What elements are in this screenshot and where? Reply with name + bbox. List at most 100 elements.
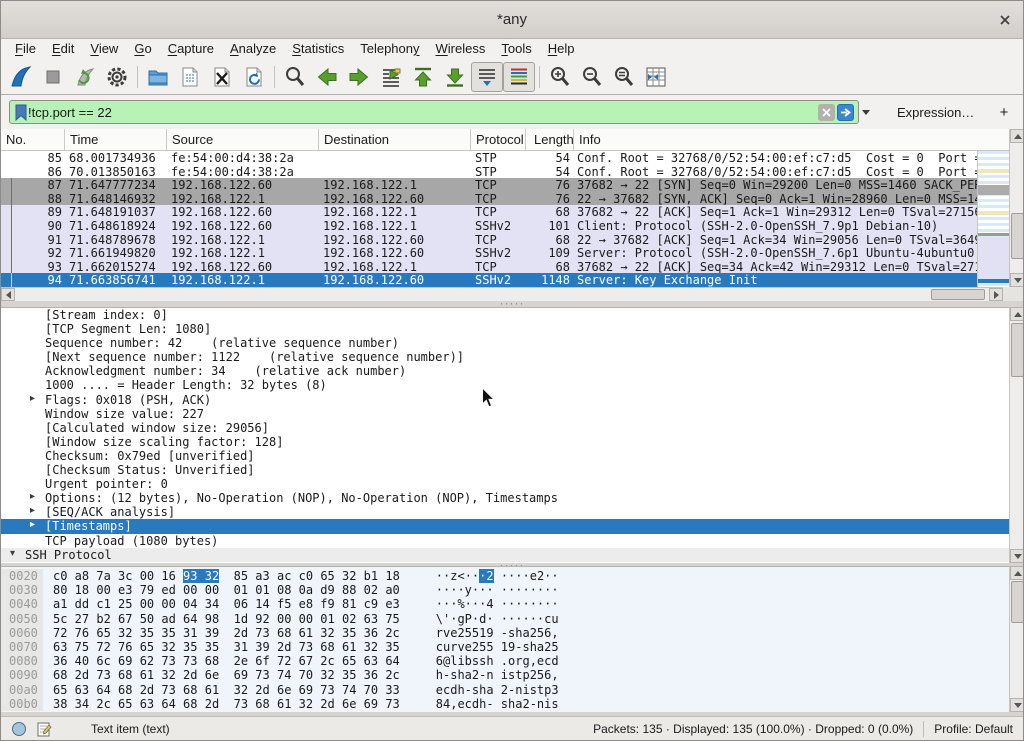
chevron-right-icon[interactable]: ▸ (30, 519, 35, 530)
close-button[interactable] (997, 12, 1013, 28)
go-back-button[interactable] (311, 62, 343, 92)
chevron-right-icon[interactable]: ▸ (30, 393, 35, 404)
scroll-thumb[interactable] (1011, 581, 1024, 623)
hex-ascii[interactable]: ···%···4 ········ (436, 597, 559, 611)
intelligent-scrollbar-minimap[interactable] (977, 151, 1009, 287)
hex-bytes[interactable]: 63 75 72 76 65 32 35 35 31 39 2d 73 68 6… (53, 640, 400, 654)
bytes-vscrollbar[interactable] (1009, 566, 1024, 712)
open-file-button[interactable] (142, 62, 174, 92)
detail-line[interactable]: [TCP Segment Len: 1080] (1, 322, 1009, 336)
scroll-up-button[interactable] (1010, 307, 1024, 321)
chevron-right-icon[interactable]: ▸ (30, 491, 35, 502)
detail-line[interactable]: [Next sequence number: 1122 (relative se… (1, 350, 1009, 364)
hex-bytes[interactable]: a1 dd c1 25 00 00 04 34 06 14 f5 e8 f9 8… (53, 597, 400, 611)
hex-bytes[interactable]: 36 40 6c 69 62 73 73 68 2e 6f 72 67 2c 6… (53, 654, 400, 668)
hex-ascii[interactable]: ····y··· ········ (436, 583, 559, 597)
scroll-down-button[interactable] (1010, 273, 1024, 287)
column-no[interactable]: No. (1, 129, 65, 150)
hex-bytes[interactable]: 68 2d 73 68 61 32 2d 6e 69 73 74 70 32 3… (53, 668, 400, 682)
capture-comment-button[interactable] (36, 721, 52, 737)
packet-row-88[interactable]: 8871.648146932192.168.122.1192.168.122.6… (1, 192, 977, 206)
hex-row-0030[interactable]: 003080 18 00 e3 79 ed 00 00 01 01 08 0a … (1, 583, 1009, 597)
detail-line[interactable]: ▸Options: (12 bytes), No-Operation (NOP)… (1, 491, 1009, 505)
packet-row-89[interactable]: 8971.648191037192.168.122.60192.168.122.… (1, 205, 977, 219)
detail-line[interactable]: ▸[SEQ/ACK analysis] (1, 505, 1009, 519)
zoom-reset-button[interactable] (608, 62, 640, 92)
menu-analyze[interactable]: Analyze (222, 39, 284, 59)
scroll-down-button[interactable] (1010, 698, 1024, 712)
filter-apply-button[interactable] (837, 104, 854, 121)
go-first-button[interactable] (407, 62, 439, 92)
hex-ascii[interactable]: 84,ecdh- sha2-nis (436, 697, 559, 711)
start-capture-button[interactable] (5, 62, 37, 92)
column-destination[interactable]: Destination (319, 129, 471, 150)
menu-tools[interactable]: Tools (493, 39, 539, 59)
zoom-in-button[interactable] (544, 62, 576, 92)
capture-options-button[interactable] (101, 62, 133, 92)
scroll-up-button[interactable] (1010, 566, 1024, 580)
menu-go[interactable]: Go (126, 39, 159, 59)
scroll-up-button[interactable] (1010, 129, 1024, 143)
filter-text[interactable]: !tcp.port == 22 (28, 105, 816, 120)
hex-ascii[interactable]: \'·gP·d· ······cu (436, 612, 559, 626)
filter-clear-button[interactable] (818, 104, 835, 121)
scroll-right-button[interactable] (989, 288, 1003, 301)
hex-bytes[interactable]: 72 76 65 32 35 35 31 39 2d 73 68 61 32 3… (53, 626, 400, 640)
display-filter-input[interactable]: !tcp.port == 22 (9, 100, 859, 124)
menu-telephony[interactable]: Telephony (352, 39, 427, 59)
detail-line[interactable]: Acknowledgment number: 34 (relative ack … (1, 364, 1009, 378)
reload-file-button[interactable] (238, 62, 270, 92)
packet-row-87[interactable]: 8771.647777234192.168.122.60192.168.122.… (1, 178, 977, 192)
go-to-packet-button[interactable] (375, 62, 407, 92)
hex-row-0060[interactable]: 006072 76 65 32 35 35 31 39 2d 73 68 61 … (1, 626, 1009, 640)
hex-ascii[interactable]: ··z<···2 ····e2·· (436, 569, 559, 583)
packet-row-93[interactable]: 9371.662015274192.168.122.60192.168.122.… (1, 260, 977, 274)
hex-row-0050[interactable]: 00505c 27 b2 67 50 ad 64 98 1d 92 00 00 … (1, 612, 1009, 626)
hex-ascii[interactable]: rve25519 -sha256, (436, 626, 559, 640)
profile-label[interactable]: Profile: Default (934, 722, 1013, 736)
details-vscrollbar[interactable] (1009, 307, 1024, 563)
ascii-selected[interactable]: ·2 (479, 569, 493, 583)
menu-file[interactable]: File (7, 39, 44, 59)
hex-bytes[interactable]: 5c 27 b2 67 50 ad 64 98 1d 92 00 00 01 0… (53, 612, 400, 626)
menu-edit[interactable]: Edit (44, 39, 82, 59)
detail-line[interactable]: [Stream index: 0] (1, 308, 1009, 322)
expert-info-button[interactable] (11, 721, 27, 737)
detail-line[interactable]: Urgent pointer: 0 (1, 477, 1009, 491)
hex-ascii[interactable]: h-sha2-n istp256, (436, 668, 559, 682)
packet-row-91[interactable]: 9171.648789678192.168.122.1192.168.122.6… (1, 233, 977, 247)
packet-row-90[interactable]: 9071.648618924192.168.122.60192.168.122.… (1, 219, 977, 233)
resize-columns-button[interactable] (640, 62, 672, 92)
packet-row-85[interactable]: 8568.001734936fe:54:00:d4:38:2aSTP54Conf… (1, 151, 977, 165)
stop-capture-button[interactable] (37, 62, 69, 92)
packet-row-86[interactable]: 8670.013850163fe:54:00:d4:38:2aSTP54Conf… (1, 165, 977, 179)
scroll-thumb[interactable] (931, 289, 985, 300)
detail-line[interactable]: [Checksum Status: Unverified] (1, 463, 1009, 477)
hex-row-0020[interactable]: 0020c0 a8 7a 3c 00 16 93 32 85 a3 ac c0 … (1, 569, 1009, 583)
hex-ascii[interactable]: 6@libssh .org,ecd (436, 654, 559, 668)
auto-scroll-toggle[interactable] (471, 62, 503, 92)
hex-bytes[interactable]: c0 a8 7a 3c 00 16 93 32 85 a3 ac c0 65 3… (53, 569, 400, 583)
close-file-button[interactable] (206, 62, 238, 92)
chevron-right-icon[interactable]: ▸ (30, 505, 35, 516)
zoom-out-button[interactable] (576, 62, 608, 92)
detail-line[interactable]: Window size value: 227 (1, 407, 1009, 421)
menu-wireless[interactable]: Wireless (428, 39, 494, 59)
chevron-down-icon[interactable]: ▾ (10, 548, 15, 559)
hex-row-0090[interactable]: 009068 2d 73 68 61 32 2d 6e 69 73 74 70 … (1, 668, 1009, 682)
detail-line[interactable]: ▸[Timestamps] (1, 519, 1009, 533)
detail-line[interactable]: TCP payload (1080 bytes) (1, 534, 1009, 548)
menu-help[interactable]: Help (540, 39, 583, 59)
add-filter-button[interactable]: + (993, 104, 1015, 121)
filter-history-dropdown[interactable] (859, 100, 873, 124)
column-time[interactable]: Time (65, 129, 167, 150)
packet-row-92[interactable]: 9271.661949820192.168.122.1192.168.122.6… (1, 246, 977, 260)
scroll-thumb[interactable] (1011, 323, 1024, 377)
go-forward-button[interactable] (343, 62, 375, 92)
packet-row-94[interactable]: 9471.663856741192.168.122.1192.168.122.6… (1, 273, 977, 287)
column-info[interactable]: Info (574, 129, 1009, 150)
menu-capture[interactable]: Capture (160, 39, 222, 59)
hex-row-00b0[interactable]: 00b038 34 2c 65 63 64 68 2d 73 68 61 32 … (1, 697, 1009, 711)
scroll-left-button[interactable] (1, 288, 15, 301)
hex-bytes[interactable]: 38 34 2c 65 63 64 68 2d 73 68 61 32 2d 6… (53, 697, 400, 711)
